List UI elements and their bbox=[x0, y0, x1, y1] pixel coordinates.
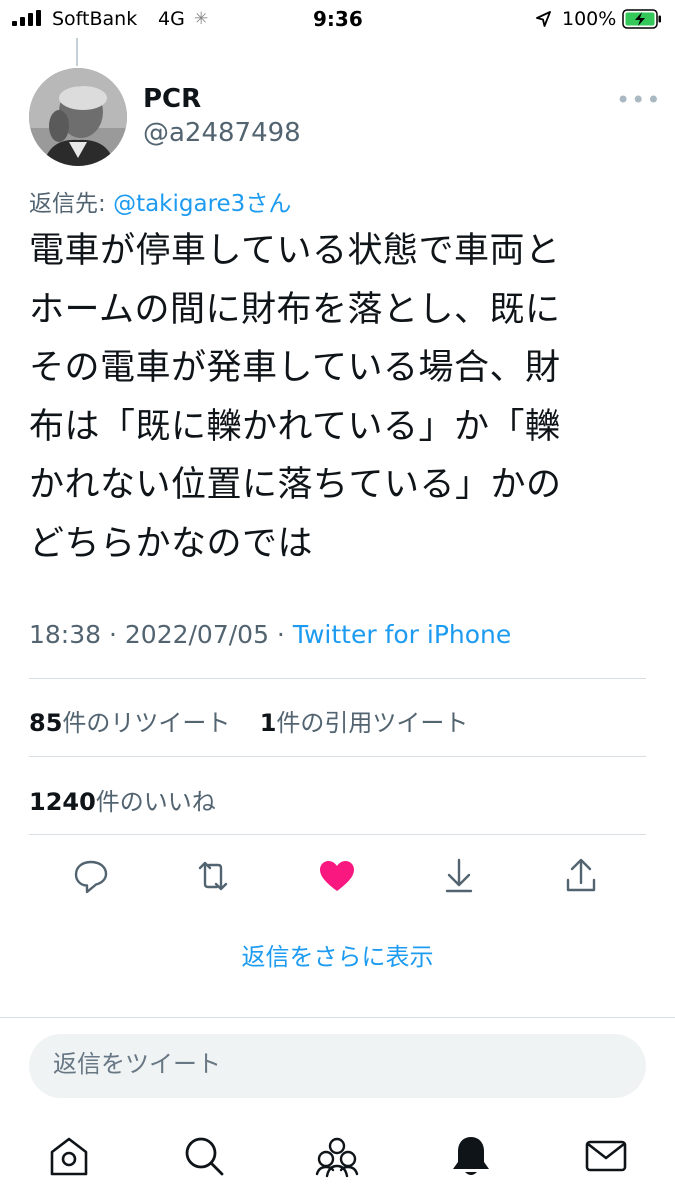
retweet-button[interactable] bbox=[191, 854, 235, 898]
messages-envelope-icon bbox=[585, 1140, 627, 1172]
notifications-bell-icon bbox=[453, 1137, 489, 1175]
retweet-stats: 85件のリツイート 1件の引用ツイート bbox=[29, 703, 468, 738]
more-options-icon[interactable]: ••• bbox=[616, 86, 661, 114]
tweet-text-line: ホームの間に財布を落とし、既に bbox=[29, 289, 561, 330]
clock-time: 9:36 bbox=[313, 7, 363, 31]
retweets-link[interactable]: 85件のリツイート bbox=[29, 709, 230, 737]
show-more-replies-link[interactable]: 返信をさらに表示 bbox=[0, 937, 675, 972]
tweet-text-line: 電車が停車している状態で車両と bbox=[29, 231, 561, 271]
share-icon bbox=[566, 858, 596, 892]
battery-percentage: 100% bbox=[562, 8, 617, 30]
divider bbox=[0, 1017, 675, 1018]
tweet-time: 18:38 bbox=[29, 620, 102, 649]
tweet-text-line: かれない位置に落ちている」かの bbox=[29, 465, 562, 506]
reply-to-prefix: 返信先: bbox=[29, 191, 114, 217]
tweet-date: 2022/07/05 bbox=[124, 620, 269, 649]
tab-communities[interactable] bbox=[313, 1132, 361, 1180]
reply-to-mention[interactable]: @takigare3さん bbox=[113, 191, 291, 217]
thread-connector-line bbox=[76, 38, 78, 66]
share-button[interactable] bbox=[559, 854, 603, 898]
status-bar: SoftBank 4G ✳ 9:36 100% bbox=[0, 0, 675, 38]
reply-input[interactable] bbox=[51, 1049, 615, 1079]
tab-messages[interactable] bbox=[582, 1132, 630, 1180]
search-icon bbox=[185, 1137, 224, 1176]
divider bbox=[29, 834, 646, 835]
meta-separator: · bbox=[101, 620, 125, 649]
author-handle[interactable]: @a2487498 bbox=[143, 118, 301, 148]
communities-icon bbox=[315, 1137, 359, 1178]
like-button[interactable] bbox=[315, 854, 359, 898]
author-name[interactable]: PCR bbox=[143, 84, 201, 114]
retweets-count: 85 bbox=[29, 709, 63, 737]
tweet-text-line: その電車が発車している場合、財 bbox=[29, 348, 561, 389]
like-heart-icon bbox=[320, 861, 354, 891]
quotes-count: 1 bbox=[259, 709, 277, 737]
tweet-source-app[interactable]: Twitter for iPhone bbox=[293, 620, 511, 649]
retweet-icon bbox=[198, 861, 228, 891]
download-button[interactable] bbox=[437, 854, 481, 898]
tab-search[interactable] bbox=[180, 1132, 228, 1180]
reply-button[interactable] bbox=[69, 854, 113, 898]
retweets-label: 件のリツイート bbox=[62, 709, 231, 737]
quotes-label: 件の引用ツイート bbox=[276, 709, 469, 737]
carrier-name: SoftBank bbox=[52, 8, 138, 30]
divider bbox=[29, 756, 646, 757]
meta-separator: · bbox=[268, 620, 293, 649]
tweet-meta: 18:38 · 2022/07/05 · Twitter for iPhone bbox=[29, 620, 511, 649]
likes-link[interactable]: 1240件のいいね bbox=[29, 782, 216, 817]
tweet-text-line: どちらかなのでは bbox=[29, 523, 314, 564]
tab-home[interactable] bbox=[45, 1132, 93, 1180]
network-type: 4G bbox=[158, 8, 185, 30]
reply-to-line: 返信先: @takigare3さん bbox=[29, 184, 291, 218]
reply-icon bbox=[74, 860, 108, 894]
likes-count: 1240 bbox=[29, 788, 96, 816]
reply-compose-box[interactable] bbox=[29, 1034, 646, 1098]
tab-notifications[interactable] bbox=[447, 1132, 495, 1180]
location-arrow-icon bbox=[536, 11, 551, 27]
likes-label: 件のいいね bbox=[95, 788, 216, 816]
tweet-text: 電車が停車している状態で車両と ホームの間に財布を落とし、既に その電車が発車し… bbox=[29, 222, 639, 574]
download-icon bbox=[445, 858, 473, 893]
home-icon bbox=[50, 1137, 88, 1176]
signal-bars-icon bbox=[12, 10, 41, 26]
divider bbox=[29, 678, 646, 679]
battery-charging-icon bbox=[622, 9, 661, 29]
tweet-text-line: 布は「既に轢かれている」か「轢 bbox=[29, 406, 561, 447]
quotes-link[interactable]: 1件の引用ツイート bbox=[260, 709, 469, 737]
loading-spinner-icon: ✳ bbox=[194, 9, 209, 29]
avatar[interactable] bbox=[29, 68, 127, 166]
